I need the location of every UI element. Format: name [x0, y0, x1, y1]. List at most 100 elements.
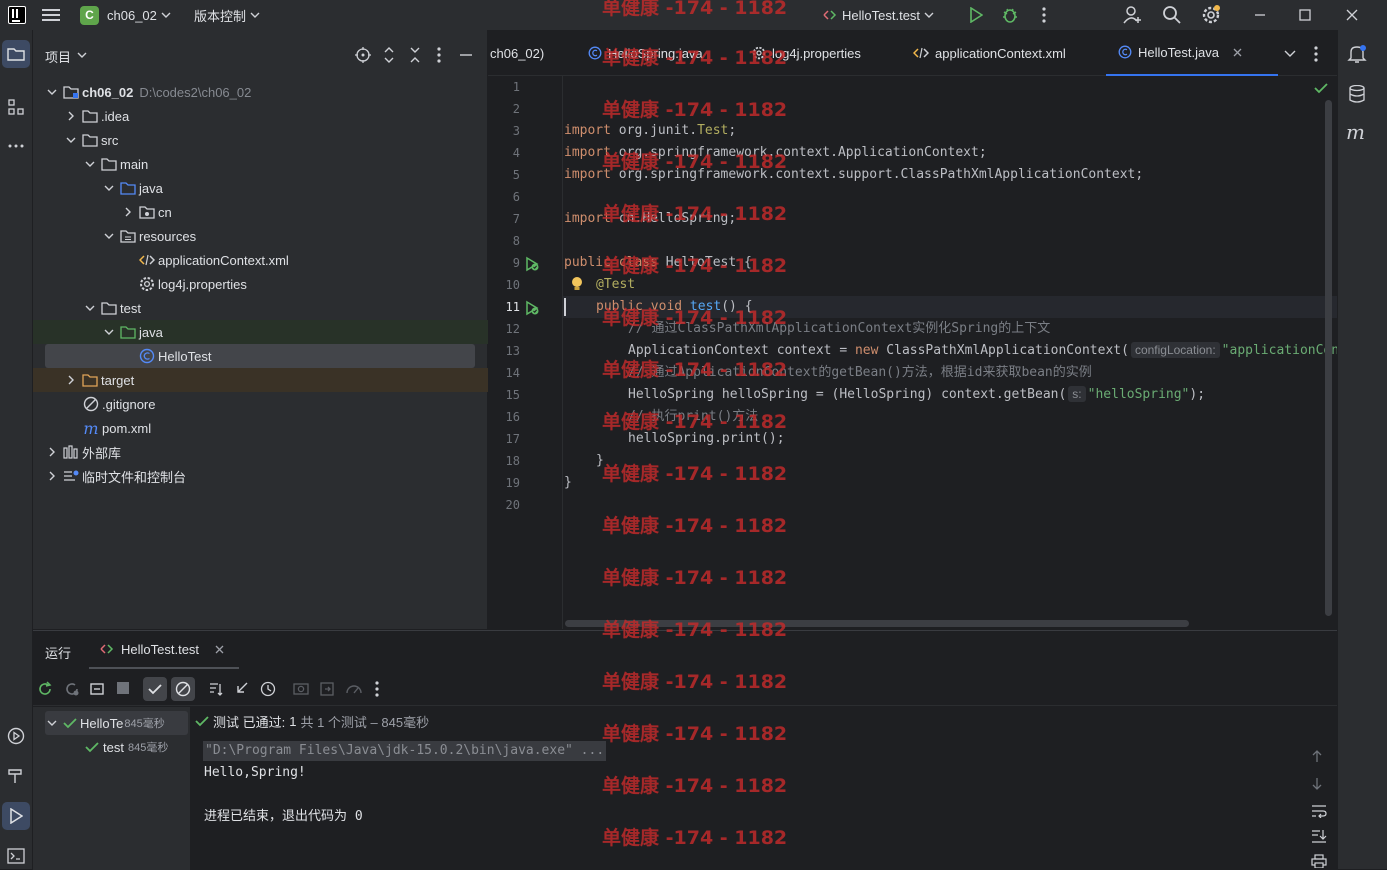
tree-item-resources[interactable]: resources	[45, 224, 485, 248]
chevron-down-icon[interactable]	[102, 229, 116, 243]
soft-wrap-icon[interactable]	[1311, 804, 1327, 818]
run-test-method-icon[interactable]	[524, 300, 540, 316]
tab-hellospring-java[interactable]: HelloSpring.java	[588, 30, 703, 76]
run-config-selector[interactable]: HelloTest.test	[822, 4, 934, 26]
build-icon[interactable]	[3, 763, 29, 789]
chevron-right-icon[interactable]	[45, 445, 59, 459]
vcs-menu[interactable]: 版本控制	[194, 4, 260, 26]
import-results-icon[interactable]	[234, 681, 250, 697]
tree-item-test-java[interactable]: java	[45, 320, 485, 344]
tab-hellotest-java[interactable]: HelloTest.java	[1106, 30, 1278, 76]
minimize-icon[interactable]	[1250, 5, 1270, 25]
chevron-right-icon[interactable]	[121, 205, 135, 219]
app-logo-icon[interactable]	[8, 6, 26, 24]
add-user-icon[interactable]	[1122, 4, 1144, 26]
inspection-ok-icon[interactable]	[1314, 82, 1328, 94]
coverage-icon[interactable]	[345, 681, 363, 697]
test-tree-row-test[interactable]: test 845毫秒	[85, 735, 168, 759]
chevron-down-icon[interactable]	[83, 301, 97, 315]
toggle-auto-test-icon[interactable]	[89, 681, 105, 697]
search-icon[interactable]	[1161, 4, 1183, 26]
export-icon[interactable]	[319, 681, 335, 697]
tree-item-test[interactable]: test	[45, 296, 485, 320]
tree-item-applicationcontext-xml[interactable]: applicationContext.xml	[45, 248, 485, 272]
tree-item-cn[interactable]: cn	[45, 200, 485, 224]
close-tab-icon[interactable]	[215, 645, 224, 654]
test-tree-row-root[interactable]: HelloTe 845毫秒	[45, 711, 188, 735]
scroll-up-icon[interactable]	[1311, 749, 1323, 763]
show-passed-icon[interactable]	[143, 677, 167, 701]
close-icon[interactable]	[1342, 5, 1362, 25]
scroll-down-icon[interactable]	[1311, 777, 1323, 791]
run-test-class-icon[interactable]	[524, 256, 540, 272]
scroll-to-end-icon[interactable]	[1311, 829, 1327, 843]
chevron-down-icon[interactable]	[64, 133, 78, 147]
run-tab-hellotest[interactable]: HelloTest.test	[89, 631, 239, 669]
maven-icon[interactable]: m	[1346, 120, 1370, 144]
chevron-down-icon[interactable]	[102, 181, 116, 195]
settings-icon[interactable]	[1200, 4, 1222, 26]
tree-item-ch06_02[interactable]: ch06_02 D:\codes2\ch06_02	[45, 80, 485, 104]
more-options-icon[interactable]	[375, 681, 379, 697]
collapse-all-icon[interactable]	[409, 47, 421, 63]
options-icon[interactable]	[437, 47, 441, 63]
notifications-icon[interactable]	[1345, 42, 1369, 66]
run-icon[interactable]	[966, 5, 986, 25]
chevron-down-icon[interactable]	[83, 157, 97, 171]
history-icon[interactable]	[260, 681, 276, 697]
tab-applicationcontext-xml[interactable]: applicationContext.xml	[913, 30, 1066, 76]
tree-item-external-libraries[interactable]: 外部库	[45, 440, 485, 464]
screenshot-icon[interactable]	[293, 681, 309, 695]
main-menu-icon[interactable]	[40, 5, 62, 25]
more-tools-icon[interactable]	[3, 133, 29, 159]
tree-item-main[interactable]: main	[45, 152, 485, 176]
structure-icon[interactable]	[3, 94, 29, 120]
tree-item-log4j-properties[interactable]: log4j.properties	[45, 272, 485, 296]
tree-item-hellotest[interactable]: HelloTest	[45, 344, 485, 368]
locate-icon[interactable]	[355, 47, 371, 63]
terminal-icon[interactable]	[3, 843, 29, 869]
tree-item-gitignore[interactable]: .gitignore	[45, 392, 485, 416]
tree-item-pom-xml[interactable]: m pom.xml	[45, 416, 485, 440]
tab-options-icon[interactable]	[1314, 46, 1318, 62]
stop-icon[interactable]	[116, 681, 130, 695]
console-output[interactable]: "D:\Program Files\Java\jdk-15.0.2\bin\ja…	[193, 737, 1303, 870]
database-icon[interactable]	[1345, 82, 1369, 106]
more-actions-icon[interactable]	[1036, 5, 1052, 25]
hide-panel-icon[interactable]	[459, 47, 473, 63]
project-tool-icon[interactable]	[2, 40, 30, 68]
code-editor[interactable]: import org.junit.Test; import org.spring…	[563, 76, 1337, 629]
chevron-right-icon[interactable]	[64, 109, 78, 123]
intention-bulb-icon[interactable]	[571, 276, 583, 292]
chevron-down-icon[interactable]	[77, 50, 87, 60]
rerun-failed-icon[interactable]	[64, 681, 80, 697]
tab-list-chevron-icon[interactable]	[1284, 47, 1296, 59]
close-tab-icon[interactable]	[1233, 48, 1242, 57]
tree-item-idea[interactable]: .idea	[45, 104, 485, 128]
project-switcher[interactable]: C ch06_02	[80, 4, 171, 26]
print-icon[interactable]	[1311, 854, 1327, 868]
chevron-right-icon[interactable]	[45, 469, 59, 483]
tree-item-src[interactable]: src	[45, 128, 485, 152]
chevron-down-icon[interactable]	[45, 85, 59, 99]
chevron-right-icon[interactable]	[64, 373, 78, 387]
expand-all-icon[interactable]	[383, 47, 395, 63]
tree-item-target[interactable]: target	[45, 368, 485, 392]
show-ignored-icon[interactable]	[171, 677, 195, 701]
services-icon[interactable]	[3, 723, 29, 749]
tree-item-scratches[interactable]: 临时文件和控制台	[45, 464, 485, 488]
horizontal-scrollbar[interactable]	[565, 620, 1189, 627]
rerun-icon[interactable]	[37, 681, 53, 697]
tree-item-main-java[interactable]: java	[45, 176, 485, 200]
chevron-down-icon[interactable]	[102, 325, 116, 339]
chevron-down-icon[interactable]	[47, 718, 57, 728]
tab-ch06_02[interactable]: ch06_02)	[490, 30, 544, 76]
debug-icon[interactable]	[1000, 5, 1020, 25]
console-command-line[interactable]: "D:\Program Files\Java\jdk-15.0.2\bin\ja…	[203, 741, 607, 761]
sort-icon[interactable]	[208, 681, 224, 697]
vertical-scrollbar[interactable]	[1325, 100, 1332, 616]
maximize-icon[interactable]	[1295, 5, 1315, 25]
run-tool-icon[interactable]	[2, 802, 30, 830]
tab-log4j-properties[interactable]: log4j.properties	[752, 30, 861, 76]
project-panel-title[interactable]: 项目	[45, 47, 71, 66]
